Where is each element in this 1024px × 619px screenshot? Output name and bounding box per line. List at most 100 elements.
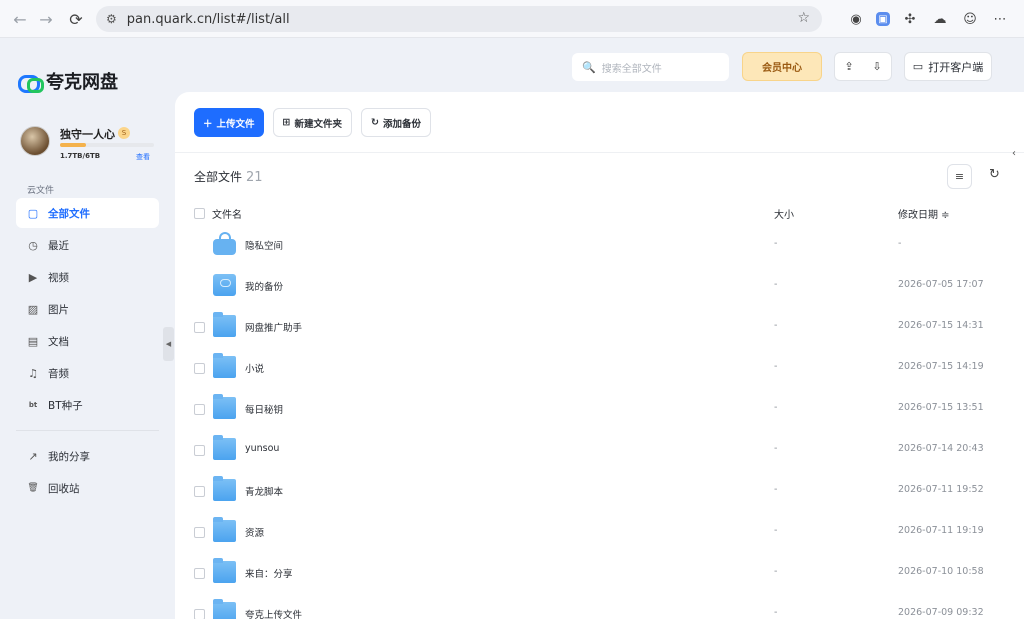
row-checkbox[interactable] bbox=[194, 568, 205, 579]
folder-icon bbox=[213, 517, 236, 542]
upload-button[interactable]: ＋ 上传文件 bbox=[194, 108, 264, 137]
vip-center-button[interactable]: 会员中心 bbox=[742, 52, 822, 81]
row-checkbox[interactable] bbox=[194, 404, 205, 415]
row-checkbox[interactable] bbox=[194, 527, 205, 538]
file-count: 21 bbox=[246, 170, 263, 185]
file-name[interactable]: 资源 bbox=[245, 525, 264, 539]
file-size: - bbox=[774, 238, 778, 249]
cast-icon[interactable]: ◉ bbox=[846, 9, 866, 29]
avatar[interactable] bbox=[20, 126, 50, 156]
monitor-icon: ▭ bbox=[912, 60, 924, 73]
user-panel: 独守一人心 S 1.7TB/6TB 查看 bbox=[20, 126, 160, 166]
table-row[interactable]: 网盘推广助手 - 2026-07-15 14:31 bbox=[194, 307, 1024, 348]
sidebar-item-documents[interactable]: ▤ 文档 bbox=[16, 326, 159, 356]
lock-folder-icon bbox=[213, 232, 236, 255]
site-settings-icon[interactable]: ⚙ bbox=[106, 12, 117, 26]
new-folder-icon: ⊞ bbox=[282, 117, 291, 128]
quark-logo-icon bbox=[18, 73, 44, 93]
refresh-icon[interactable]: ↻ bbox=[989, 167, 1000, 182]
folder-icon bbox=[213, 599, 236, 619]
folder-icon bbox=[213, 558, 236, 583]
more-menu-icon[interactable]: ⋯ bbox=[990, 9, 1010, 29]
document-icon: ▤ bbox=[27, 334, 39, 348]
file-name[interactable]: 青龙脚本 bbox=[245, 484, 283, 498]
file-date: 2026-07-11 19:19 bbox=[898, 525, 984, 536]
open-client-label: 打开客户端 bbox=[928, 60, 984, 74]
row-checkbox[interactable] bbox=[194, 363, 205, 374]
back-icon[interactable]: ← bbox=[6, 5, 34, 33]
sidebar-item-video[interactable]: ▶ 视频 bbox=[16, 262, 159, 292]
download-transfer-icon[interactable]: ⇩ bbox=[872, 60, 881, 73]
open-client-button[interactable]: ▭ 打开客户端 bbox=[904, 52, 992, 81]
sidebar-menu: ▢ 全部文件 ◷ 最近 ▶ 视频 ▨ 图片 ▤ 文档 ♫ 音频 bt BT种子 … bbox=[16, 198, 159, 505]
reload-icon[interactable]: ⟳ bbox=[62, 5, 90, 33]
add-backup-button[interactable]: ↻ 添加备份 bbox=[361, 108, 431, 137]
search-placeholder: 搜索全部文件 bbox=[601, 63, 662, 75]
select-all-checkbox[interactable] bbox=[194, 208, 205, 219]
column-date[interactable]: 修改日期 ≑ bbox=[898, 206, 950, 221]
folder-icon: ▢ bbox=[27, 206, 39, 220]
table-row[interactable]: 青龙脚本 - 2026-07-11 19:52 bbox=[194, 471, 1024, 512]
file-name[interactable]: 我的备份 bbox=[245, 279, 283, 293]
transfer-tool-group: ⇪ ⇩ bbox=[834, 52, 892, 81]
folder-icon bbox=[213, 394, 236, 419]
section-label-cloud-files: 云文件 bbox=[27, 186, 55, 196]
file-size: - bbox=[774, 402, 778, 413]
sidebar-item-images[interactable]: ▨ 图片 bbox=[16, 294, 159, 324]
sort-menu-icon[interactable]: ≡ bbox=[947, 164, 972, 189]
sidebar-item-bt[interactable]: bt BT种子 bbox=[16, 390, 159, 420]
bt-icon: bt bbox=[28, 401, 38, 409]
quota-view-link[interactable]: 查看 bbox=[136, 152, 150, 162]
table-row[interactable]: 来自：分享 - 2026-07-10 10:58 bbox=[194, 553, 1024, 594]
file-name[interactable]: 夸克上传文件 bbox=[245, 607, 302, 619]
sidebar-item-label: BT种子 bbox=[48, 399, 83, 412]
sidebar-item-audio[interactable]: ♫ 音频 bbox=[16, 358, 159, 388]
sidebar-item-my-share[interactable]: ↗ 我的分享 bbox=[16, 441, 159, 471]
file-name[interactable]: 来自：分享 bbox=[245, 566, 293, 580]
cloud-icon[interactable]: ☁ bbox=[930, 9, 950, 29]
main-panel: ＋ 上传文件 ⊞ 新建文件夹 ↻ 添加备份 全部文件 21 ≡ ↻ 文件名 大小 … bbox=[175, 92, 1024, 619]
search-input[interactable]: 🔍 搜索全部文件 bbox=[572, 53, 729, 81]
app-logo[interactable]: 夸克网盘 bbox=[18, 68, 118, 94]
bookmark-star-icon[interactable]: ☆ bbox=[797, 10, 810, 26]
table-row[interactable]: 资源 - 2026-07-11 19:19 bbox=[194, 512, 1024, 553]
quota-bar bbox=[60, 143, 154, 147]
profile-icon[interactable]: ☺ bbox=[960, 9, 980, 29]
row-checkbox[interactable] bbox=[194, 322, 205, 333]
sidebar-item-all-files[interactable]: ▢ 全部文件 bbox=[16, 198, 159, 228]
file-name[interactable]: 网盘推广助手 bbox=[245, 320, 302, 334]
table-row[interactable]: 我的备份 - 2026-07-05 17:07 bbox=[194, 266, 1024, 307]
extension-app-icon[interactable]: ▣ bbox=[876, 12, 890, 26]
sidebar-item-recent[interactable]: ◷ 最近 bbox=[16, 230, 159, 260]
edge-chevron-icon[interactable]: ‹ bbox=[1012, 148, 1016, 159]
row-checkbox[interactable] bbox=[194, 445, 205, 456]
file-name[interactable]: yunsou bbox=[245, 443, 279, 454]
share-icon: ↗ bbox=[28, 449, 38, 463]
table-row[interactable]: yunsou - 2026-07-14 20:43 bbox=[194, 430, 1024, 471]
file-size: - bbox=[774, 525, 778, 536]
sidebar-divider bbox=[16, 430, 159, 431]
file-name[interactable]: 小说 bbox=[245, 361, 264, 375]
file-size: - bbox=[774, 607, 778, 618]
forward-icon[interactable]: → bbox=[32, 5, 60, 33]
address-bar[interactable]: ⚙ pan.quark.cn/list#/list/all ☆ bbox=[96, 6, 822, 32]
table-row[interactable]: 每日秘钥 - 2026-07-15 13:51 bbox=[194, 389, 1024, 430]
file-name[interactable]: 每日秘钥 bbox=[245, 402, 283, 416]
column-size[interactable]: 大小 bbox=[774, 206, 794, 221]
sidebar-item-trash[interactable]: 🗑 回收站 bbox=[16, 473, 159, 503]
sidebar-collapse-handle[interactable]: ◀ bbox=[163, 327, 174, 361]
table-row[interactable]: 隐私空间 - - bbox=[194, 225, 1024, 266]
search-icon: 🔍 bbox=[582, 60, 596, 74]
table-header: 文件名 大小 修改日期 ≑ bbox=[194, 205, 1024, 223]
folder-icon bbox=[213, 312, 236, 337]
row-checkbox[interactable] bbox=[194, 486, 205, 497]
new-folder-button[interactable]: ⊞ 新建文件夹 bbox=[272, 108, 353, 137]
extensions-puzzle-icon[interactable]: ✣ bbox=[900, 9, 920, 29]
file-size: - bbox=[774, 443, 778, 454]
upload-transfer-icon[interactable]: ⇪ bbox=[844, 60, 853, 73]
table-row[interactable]: 夸克上传文件 - 2026-07-09 09:32 bbox=[194, 594, 1024, 619]
quota-bar-fill bbox=[60, 143, 87, 147]
file-name[interactable]: 隐私空间 bbox=[245, 238, 283, 252]
table-row[interactable]: 小说 - 2026-07-15 14:19 bbox=[194, 348, 1024, 389]
row-checkbox[interactable] bbox=[194, 609, 205, 619]
